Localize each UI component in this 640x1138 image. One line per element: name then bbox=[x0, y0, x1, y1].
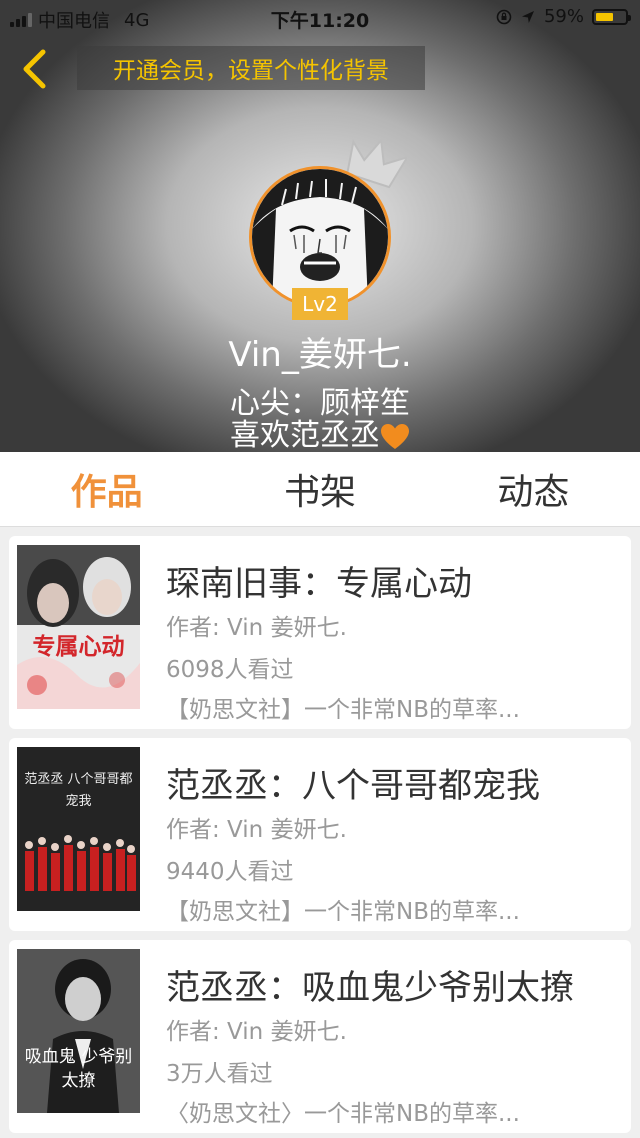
book-title[interactable]: 范丞丞：吸血鬼少爷别太撩 bbox=[166, 960, 574, 1009]
avatar-container[interactable] bbox=[249, 137, 407, 308]
book-author: 作者: Vin 姜妍七. bbox=[166, 1019, 347, 1045]
back-button[interactable] bbox=[14, 46, 54, 92]
book-card[interactable]: 专属心动 琛南旧事：专属心动 作者: Vin 姜妍七. 6098人看过 【奶思文… bbox=[9, 536, 631, 729]
book-cover-title: 范丞丞 八个哥哥都宠我 bbox=[24, 772, 133, 809]
avatar-image bbox=[252, 169, 388, 305]
book-cover[interactable]: 吸血鬼 少爷别太撩 bbox=[17, 949, 140, 1113]
status-bar: 中国电信 4G 下午11:20 59% bbox=[0, 0, 640, 36]
book-views: 9440人看过 bbox=[166, 859, 294, 885]
book-title[interactable]: 范丞丞：八个哥哥都宠我 bbox=[166, 758, 540, 807]
tab-activity[interactable]: 动态 bbox=[427, 452, 640, 526]
book-description: 【奶思文社】一个非常NB的草率... bbox=[166, 697, 520, 723]
tab-bar: 作品 书架 动态 bbox=[0, 452, 640, 527]
book-cover-title: 专属心动 bbox=[32, 633, 125, 660]
bio-line-2-text: 喜欢范丞丞 bbox=[230, 418, 380, 452]
book-views: 3万人看过 bbox=[166, 1061, 273, 1087]
book-author: 作者: Vin 姜妍七. bbox=[166, 615, 347, 641]
chevron-left-icon bbox=[23, 49, 46, 89]
battery-percent: 59% bbox=[543, 6, 584, 27]
level-badge: Lv2 bbox=[292, 288, 348, 320]
book-description: 〈奶思文社〉一个非常NB的草率... bbox=[166, 1101, 520, 1127]
book-cover[interactable]: 范丞丞 八个哥哥都宠我 bbox=[17, 747, 140, 911]
book-cover[interactable]: 专属心动 bbox=[17, 545, 140, 709]
battery-icon bbox=[592, 8, 631, 25]
vip-background-banner[interactable]: 开通会员，设置个性化背景 bbox=[77, 46, 425, 90]
battery-level bbox=[596, 12, 613, 21]
tab-works[interactable]: 作品 bbox=[0, 452, 213, 526]
book-author: 作者: Vin 姜妍七. bbox=[166, 817, 347, 843]
book-description: 【奶思文社】一个非常NB的草率... bbox=[166, 899, 520, 925]
book-card[interactable]: 范丞丞 八个哥哥都宠我 范丞丞：八个哥哥都宠我 作者: Vin 姜妍七. 944… bbox=[9, 738, 631, 931]
avatar[interactable] bbox=[249, 166, 391, 308]
location-icon bbox=[521, 10, 534, 23]
profile-header: 中国电信 4G 下午11:20 59% 开通会员，设置个性化背景 Lv2 Vin… bbox=[0, 0, 640, 452]
rotation-lock-icon bbox=[496, 9, 512, 24]
orange-heart-icon bbox=[381, 423, 409, 449]
book-cover-title: 吸血鬼 少爷别太撩 bbox=[24, 1047, 133, 1091]
bio-line-2: 喜欢范丞丞 bbox=[0, 410, 640, 452]
book-views: 6098人看过 bbox=[166, 657, 294, 683]
username: Vin_姜妍七. bbox=[228, 335, 412, 375]
book-card[interactable]: 吸血鬼 少爷别太撩 范丞丞：吸血鬼少爷别太撩 作者: Vin 姜妍七. 3万人看… bbox=[9, 940, 631, 1133]
book-title[interactable]: 琛南旧事：专属心动 bbox=[166, 556, 472, 605]
tab-bookshelf[interactable]: 书架 bbox=[213, 452, 426, 526]
